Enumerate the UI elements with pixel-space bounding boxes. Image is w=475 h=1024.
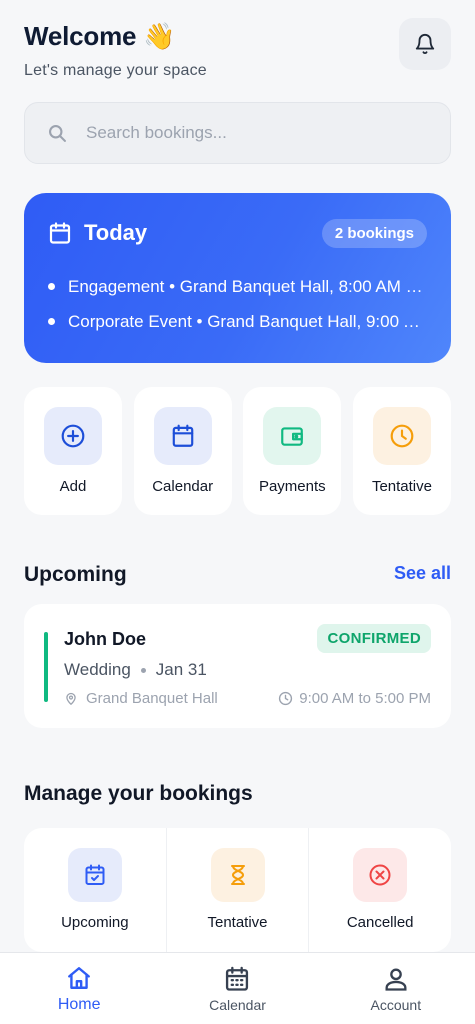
booking-time-text: 9:00 AM to 5:00 PM — [299, 690, 431, 707]
booking-meta: Wedding Jan 31 — [64, 660, 207, 680]
search-bar[interactable] — [24, 102, 451, 164]
calendar-label: Calendar — [152, 478, 214, 495]
plus-circle-icon — [61, 424, 85, 448]
clock-icon — [279, 691, 293, 706]
tentative-label: Tentative — [371, 478, 432, 495]
hourglass-icon — [230, 865, 245, 885]
today-booking-text: Corporate Event • Grand Banquet Hall, 9:… — [68, 311, 423, 331]
booking-location-text: Grand Banquet Hall — [86, 690, 218, 707]
manage-cancelled-button[interactable]: Cancelled — [309, 828, 451, 952]
today-booking-item[interactable]: Engagement • Grand Banquet Hall, 8:00 AM… — [48, 269, 427, 304]
x-circle-icon — [369, 864, 391, 886]
bullet — [48, 318, 55, 325]
nav-home[interactable]: Home — [0, 953, 158, 1024]
calendar-check-icon — [85, 864, 105, 885]
see-all-link[interactable]: See all — [394, 563, 451, 584]
separator-dot — [140, 667, 146, 673]
header: Welcome 👋 Let's manage your space — [24, 18, 451, 80]
bottom-navigation: Home Calendar Account — [0, 952, 475, 1024]
add-button[interactable]: Add — [24, 387, 122, 515]
manage-section-title: Manage your bookings — [24, 782, 253, 805]
booking-location: Grand Banquet Hall — [64, 690, 218, 707]
clock-icon — [390, 424, 414, 448]
payments-button[interactable]: Payments — [243, 387, 342, 515]
manage-tentative-button[interactable]: Tentative — [167, 828, 310, 952]
bell-icon — [415, 34, 435, 55]
manage-upcoming-button[interactable]: Upcoming — [24, 828, 167, 952]
bullet — [48, 283, 55, 290]
page-title: Welcome 👋 — [24, 21, 176, 51]
manage-upcoming-label: Upcoming — [61, 914, 129, 931]
search-icon — [49, 124, 66, 142]
today-card[interactable]: Today 2 bookings Engagement • Grand Banq… — [24, 193, 451, 363]
status-badge: CONFIRMED — [317, 624, 431, 653]
location-pin-icon — [66, 692, 76, 705]
add-icon-tile — [44, 407, 102, 465]
search-input[interactable] — [86, 123, 406, 143]
manage-tentative-label: Tentative — [207, 914, 268, 931]
booking-date: Jan 31 — [155, 660, 207, 679]
booking-time: 9:00 AM to 5:00 PM — [278, 690, 431, 707]
today-title: Today — [84, 220, 148, 245]
calendar-icon-tile — [153, 407, 212, 465]
today-booking-item[interactable]: Corporate Event • Grand Banquet Hall, 9:… — [48, 304, 427, 339]
booking-event-type: Wedding — [64, 660, 131, 679]
user-icon — [385, 968, 407, 991]
booking-card[interactable]: John Doe CONFIRMED Wedding Jan 31 Grand … — [24, 604, 451, 728]
quick-actions: Add Calendar Payments Tentative — [24, 387, 451, 515]
nav-account-label: Account — [370, 997, 422, 1013]
tentative-icon-tile — [210, 848, 265, 902]
calendar-button[interactable]: Calendar — [133, 387, 232, 515]
page-subtitle: Let's manage your space — [24, 62, 207, 79]
manage-bookings-panel: Upcoming Tentative Cancelled — [24, 828, 451, 952]
manage-cancelled-label: Cancelled — [346, 914, 414, 931]
calendar-icon — [172, 424, 193, 447]
calendar-icon — [226, 966, 249, 991]
payments-label: Payments — [258, 478, 326, 495]
nav-calendar-label: Calendar — [209, 997, 266, 1013]
notifications-button[interactable] — [399, 18, 451, 70]
cancelled-icon-tile — [353, 848, 408, 902]
today-booking-text: Engagement • Grand Banquet Hall, 8:00 AM… — [68, 276, 423, 296]
tentative-icon-tile — [372, 407, 431, 465]
calendar-icon — [49, 222, 71, 244]
status-indicator-bar — [44, 632, 48, 702]
wallet-icon — [281, 427, 304, 446]
nav-home-label: Home — [57, 996, 101, 1013]
home-icon — [68, 967, 91, 989]
payments-icon-tile — [263, 407, 322, 465]
today-count-badge: 2 bookings — [321, 218, 427, 248]
upcoming-section-title: Upcoming — [24, 563, 127, 586]
nav-account[interactable]: Account — [317, 953, 475, 1024]
upcoming-icon-tile — [67, 848, 122, 902]
booking-client-name: John Doe — [64, 629, 147, 649]
add-label: Add — [59, 478, 87, 495]
nav-calendar[interactable]: Calendar — [158, 953, 316, 1024]
tentative-button[interactable]: Tentative — [352, 387, 451, 515]
